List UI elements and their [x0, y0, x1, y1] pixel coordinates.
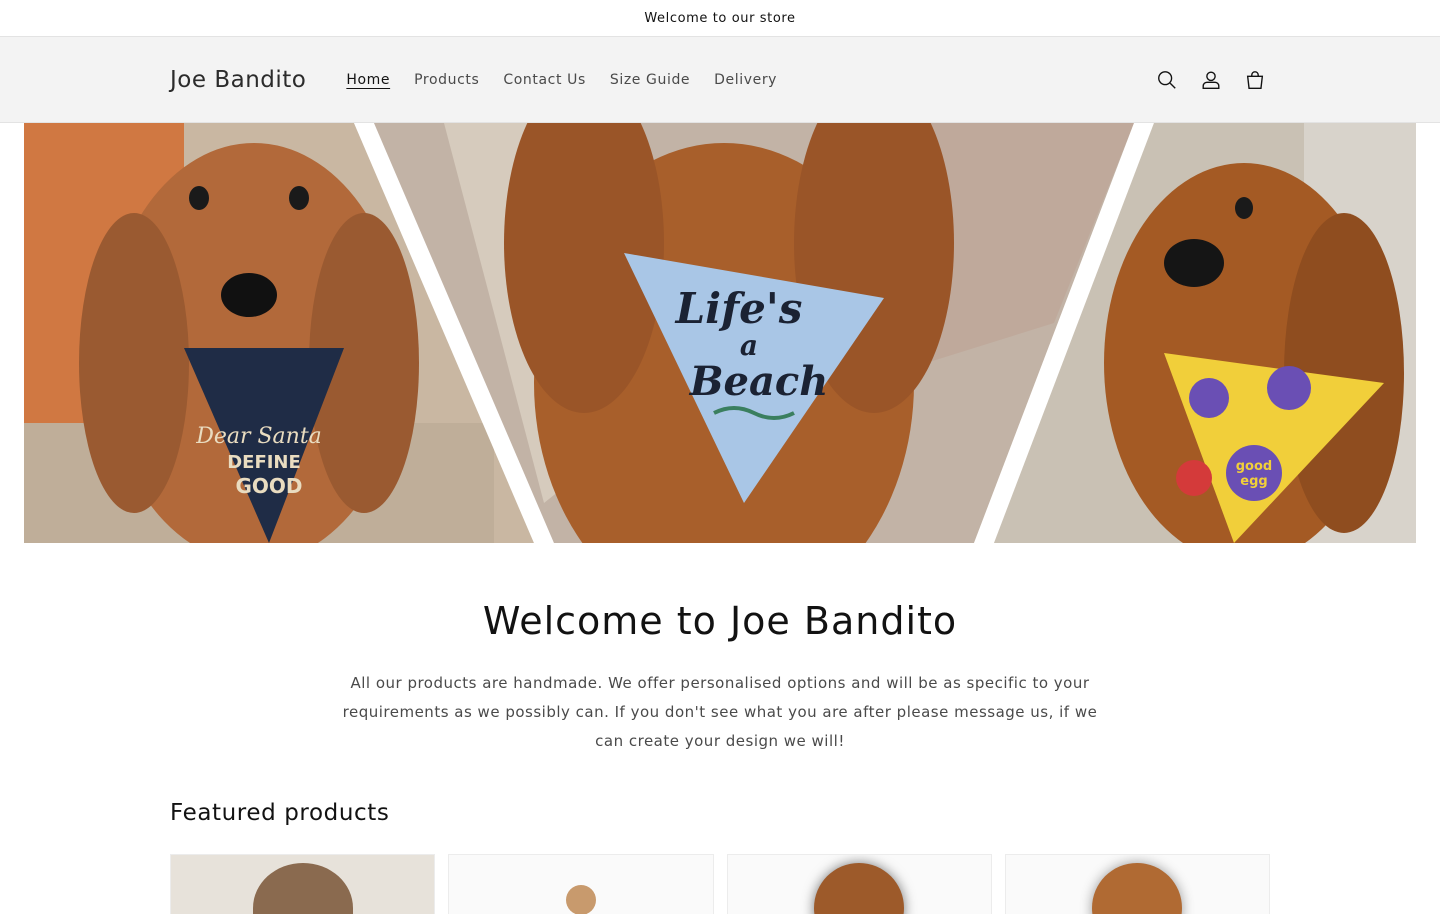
product-card[interactable] [448, 854, 714, 914]
hero-bandana-text-4: Life's [675, 284, 803, 333]
cart-icon[interactable] [1240, 65, 1270, 95]
hero-bandana-text-3: GOOD [235, 474, 302, 498]
account-icon[interactable] [1196, 65, 1226, 95]
product-card[interactable] [170, 854, 436, 914]
hero-bandana-text-7: good [1236, 459, 1272, 474]
hero-bandana-text-1: Dear Santa [195, 424, 322, 449]
nav-home[interactable]: Home [334, 64, 402, 96]
hero-bandana-text-2: DEFINE [227, 452, 301, 473]
welcome-body: All our products are handmade. We offer … [342, 674, 1098, 750]
main-nav: Home Products Contact Us Size Guide Deli… [334, 64, 789, 96]
spaniel-bandana-image-2 [814, 863, 905, 914]
nav-delivery[interactable]: Delivery [702, 64, 789, 96]
spaniel-bandana-image-3 [1092, 863, 1183, 914]
announcement-bar: Welcome to our store [0, 0, 1440, 37]
bulldog-bandana-image [252, 863, 353, 914]
header-icons [1152, 65, 1270, 95]
welcome-section: Welcome to Joe Bandito All our products … [0, 543, 1440, 756]
site-header: Joe Bandito Home Products Contact Us Siz… [0, 37, 1440, 123]
welcome-title: Welcome to Joe Bandito [482, 599, 958, 643]
store-logo[interactable]: Joe Bandito [170, 67, 306, 93]
featured-title: Featured products [170, 800, 390, 826]
nav-size-guide[interactable]: Size Guide [598, 64, 702, 96]
hero-bandana-text-6: Beach [689, 358, 829, 405]
product-grid [170, 854, 1270, 914]
hero-banner: Dear Santa DEFINE GOOD Life's a Beach go… [24, 123, 1416, 543]
nav-contact-us[interactable]: Contact Us [491, 64, 597, 96]
hero-collage-image: Dear Santa DEFINE GOOD Life's a Beach go… [24, 123, 1416, 543]
product-card[interactable] [726, 854, 992, 914]
featured-products-section: Featured products [170, 800, 1270, 914]
nav-products[interactable]: Products [402, 64, 491, 96]
hero-bandana-text-8: egg [1240, 474, 1267, 489]
announcement-text: Welcome to our store [644, 10, 796, 26]
product-card[interactable] [1004, 854, 1270, 914]
search-icon[interactable] [1152, 65, 1182, 95]
